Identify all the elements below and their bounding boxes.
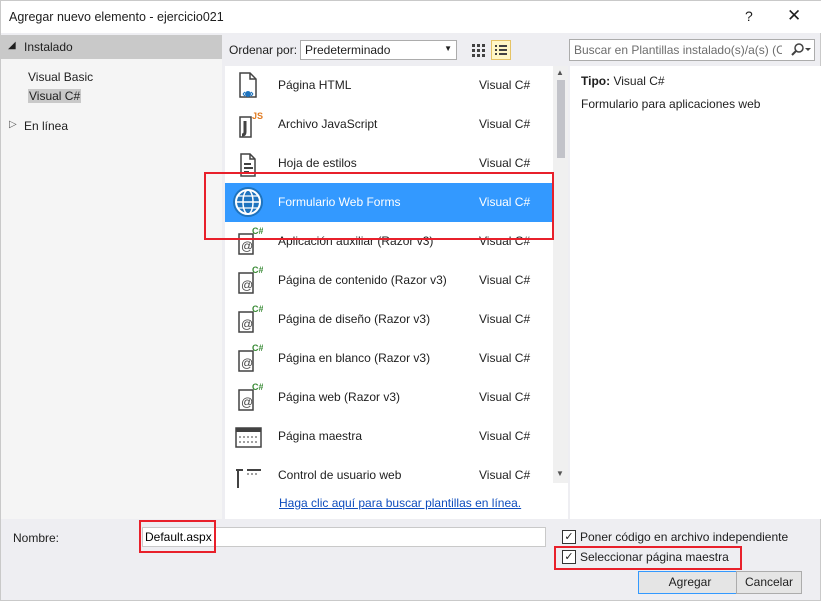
dropdown-arrow-icon: ▼ (444, 44, 452, 53)
svg-text:JS: JS (252, 111, 263, 121)
template-type-value: Visual C# (613, 74, 665, 88)
javascript-file-icon: JS (233, 109, 263, 139)
template-item-archivo-javascript[interactable]: JS Archivo JavaScript Visual C# (225, 105, 553, 144)
add-new-item-dialog: Agregar nuevo elemento - ejercicio021 ? … (0, 0, 821, 601)
scroll-down-icon[interactable]: ▼ (556, 469, 564, 478)
list-view-icon[interactable] (491, 40, 511, 60)
template-item-hoja-de-estilos[interactable]: Hoja de estilos Visual C# (225, 144, 553, 183)
template-toolbar: Ordenar por: Predeterminado ▼ Buscar en … (223, 35, 821, 65)
template-language: Visual C# (479, 429, 531, 443)
help-button[interactable]: ? (745, 8, 753, 24)
close-icon[interactable]: ✕ (787, 6, 801, 26)
template-language: Visual C# (479, 351, 531, 365)
svg-text:C#: C# (252, 382, 263, 392)
template-language: Visual C# (479, 312, 531, 326)
template-item-pagina-en-blanco-razor-v3[interactable]: @ C# Página en blanco (Razor v3) Visual C# (225, 339, 553, 378)
sort-label: Ordenar por: (229, 43, 298, 57)
template-name: Página maestra (278, 429, 363, 443)
svg-text:@: @ (241, 356, 253, 370)
template-language: Visual C# (479, 78, 531, 92)
razor-page-icon: @ C# (233, 343, 264, 373)
separate-code-label[interactable]: Poner código en archivo independiente (580, 530, 788, 544)
svg-text:C#: C# (252, 343, 263, 353)
tree-node-online-label: En línea (24, 119, 69, 133)
template-name: Página HTML (278, 78, 352, 92)
window-title: Agregar nuevo elemento - ejercicio021 (9, 10, 224, 24)
template-item-pagina-de-diseno-razor-v3[interactable]: @ C# Página de diseño (Razor v3) Visual C# (225, 300, 553, 339)
name-label: Nombre: (13, 531, 60, 545)
template-language: Visual C# (479, 117, 531, 131)
template-item-formulario-web-forms[interactable]: Formulario Web Forms Visual C# (225, 183, 553, 222)
template-type: Tipo: Visual C# (581, 74, 665, 88)
template-language: Visual C# (479, 156, 531, 170)
template-list-scrollbar[interactable]: ▲ ▼ (553, 66, 568, 483)
template-item-aplicacion-auxiliar-razor-v3[interactable]: @ C# Aplicación auxiliar (Razor v3) Visual … (225, 222, 553, 261)
template-name: Página de diseño (Razor v3) (278, 312, 431, 326)
expanded-arrow-icon[interactable]: ◢ (8, 40, 16, 51)
stylesheet-icon (233, 148, 263, 178)
svg-text:@: @ (241, 395, 253, 409)
template-item-pagina-de-contenido-razor-v3[interactable]: @ C# Página de contenido (Razor v3) Visual … (225, 261, 553, 300)
globe-icon (233, 187, 263, 217)
template-name: Página de contenido (Razor v3) (278, 273, 447, 287)
razor-page-icon: @ C# (233, 304, 264, 334)
template-language: Visual C# (479, 234, 531, 248)
template-language: Visual C# (479, 390, 531, 404)
collapsed-arrow-icon[interactable]: ▷ (9, 119, 17, 130)
select-master-page-checkbox[interactable]: ✓ (562, 550, 576, 564)
template-language: Visual C# (479, 468, 531, 482)
user-control-icon (233, 460, 263, 490)
razor-page-icon: @ C# (233, 226, 264, 256)
template-description: Formulario para aplicaciones web (581, 97, 761, 111)
template-list: Página HTML Visual C# JS Archivo JavaScript… (225, 66, 568, 519)
grid-view-icon[interactable] (468, 40, 488, 60)
tree-node-installed[interactable]: ◢ Instalado (1, 35, 222, 59)
sort-dropdown[interactable]: Predeterminado ▼ (300, 40, 457, 60)
template-name: Página web (Razor v3) (278, 390, 401, 404)
cancel-button[interactable]: Cancelar (736, 571, 802, 594)
template-search-input[interactable]: Buscar en Plantillas instalado(s)/a(s) (… (569, 39, 815, 61)
search-icon[interactable] (790, 42, 812, 61)
add-button[interactable]: Agregar (638, 571, 742, 594)
search-online-templates-link[interactable]: Haga clic aquí para buscar plantillas en… (279, 496, 521, 510)
template-type-label: Tipo: (581, 74, 611, 88)
template-item-control-de-usuario-web[interactable]: Control de usuario web Visual C# (225, 456, 553, 495)
razor-page-icon: @ C# (233, 382, 264, 412)
svg-text:@: @ (241, 317, 253, 331)
template-name: Archivo JavaScript (278, 117, 378, 131)
template-name: Página en blanco (Razor v3) (278, 351, 431, 365)
scroll-thumb[interactable] (557, 80, 565, 158)
template-item-pagina-maestra[interactable]: Página maestra Visual C# (225, 417, 553, 456)
title-bar: Agregar nuevo elemento - ejercicio021 ? … (1, 1, 821, 33)
tree-item-visual-basic[interactable]: Visual Basic (28, 70, 93, 84)
template-name: Aplicación auxiliar (Razor v3) (278, 234, 434, 248)
svg-text:@: @ (241, 239, 253, 253)
template-item-pagina-web-razor-v3[interactable]: @ C# Página web (Razor v3) Visual C# (225, 378, 553, 417)
template-item-pagina-html[interactable]: Página HTML Visual C# (225, 66, 553, 105)
template-name: Control de usuario web (278, 468, 402, 482)
html-page-icon (233, 70, 263, 100)
template-details: Tipo: Visual C# Formulario para aplicaci… (570, 66, 821, 519)
scroll-up-icon[interactable]: ▲ (556, 68, 564, 77)
name-input[interactable] (143, 528, 545, 546)
tree-item-visual-csharp[interactable]: Visual C# (28, 89, 82, 103)
template-tree: ◢ Instalado Visual Basic Visual C# ▷ En … (1, 35, 222, 519)
tree-node-installed-label: Instalado (24, 40, 73, 54)
razor-page-icon: @ C# (233, 265, 264, 295)
svg-text:C#: C# (252, 265, 263, 275)
template-name: Formulario Web Forms (278, 195, 401, 209)
template-language: Visual C# (479, 273, 531, 287)
name-field[interactable] (142, 527, 546, 547)
select-master-page-label[interactable]: Seleccionar página maestra (580, 550, 729, 564)
sort-dropdown-value: Predeterminado (305, 43, 391, 57)
search-placeholder: Buscar en Plantillas instalado(s)/a(s) (… (574, 43, 782, 57)
master-page-icon (233, 421, 263, 451)
separate-code-checkbox[interactable]: ✓ (562, 530, 576, 544)
svg-text:C#: C# (252, 226, 263, 236)
svg-text:C#: C# (252, 304, 263, 314)
template-name: Hoja de estilos (278, 156, 357, 170)
svg-text:@: @ (241, 278, 253, 292)
template-language: Visual C# (479, 195, 531, 209)
